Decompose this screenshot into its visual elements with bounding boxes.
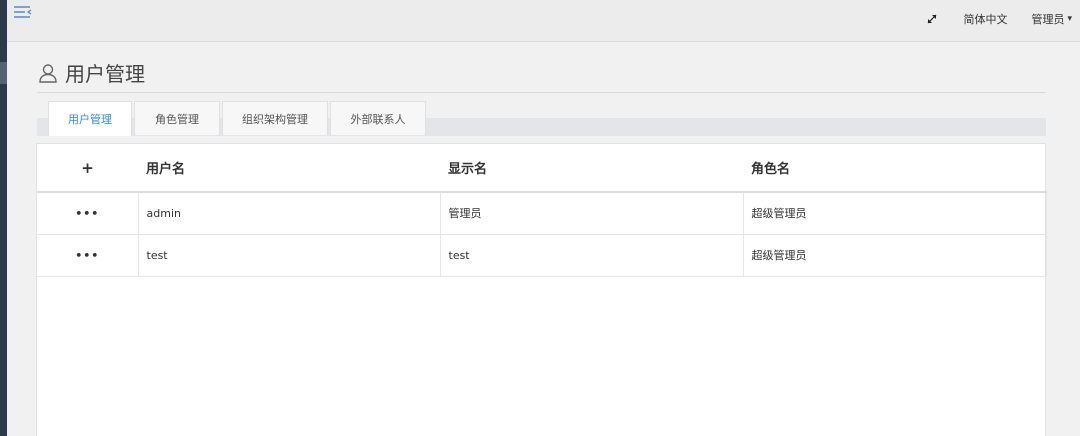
main-content: 用户管理 用户管理 角色管理 组织架构管理 外部联系人 + 用户名 显示名 角色…: [7, 42, 1080, 436]
user-menu-label: 管理员: [1031, 13, 1065, 26]
sidebar-edge: [0, 0, 7, 436]
cell-display-name: test: [439, 234, 743, 277]
cell-role: 超级管理员: [742, 234, 1047, 277]
page-title: 用户管理: [65, 62, 145, 86]
menu-toggle-icon[interactable]: [13, 5, 35, 21]
cell-display-name: 管理员: [439, 192, 743, 235]
tab-user-management[interactable]: 用户管理: [48, 101, 132, 136]
user-icon: [37, 62, 59, 84]
add-user-button[interactable]: +: [37, 144, 138, 193]
header-divider: [37, 92, 1046, 93]
column-header-display-name: 显示名: [440, 144, 743, 193]
cell-role: 超级管理员: [742, 192, 1047, 235]
column-header-username: 用户名: [138, 144, 440, 193]
expand-icon[interactable]: [925, 12, 939, 26]
top-bar-tools: 简体中文 管理员 ▾: [925, 0, 1072, 38]
cell-username: admin: [137, 192, 440, 235]
table-row: ••• admin 管理员 超级管理员: [37, 192, 1047, 235]
page-header: 用户管理: [37, 58, 145, 87]
user-table-panel: + 用户名 显示名 角色名 ••• admin 管理员 超级管理员 ••• te…: [36, 143, 1047, 436]
tab-role-management[interactable]: 角色管理: [134, 101, 220, 135]
top-bar: 简体中文 管理员 ▾: [7, 0, 1080, 42]
sidebar-active-marker: [0, 62, 7, 84]
table-row: ••• test test 超级管理员: [37, 234, 1047, 277]
language-switch[interactable]: 简体中文: [963, 11, 1007, 27]
cell-username: test: [137, 234, 440, 277]
row-actions-button[interactable]: •••: [37, 192, 138, 235]
chevron-down-icon: ▾: [1067, 14, 1072, 24]
tab-bar: 用户管理 角色管理 组织架构管理 外部联系人: [48, 101, 428, 136]
tab-organization-management[interactable]: 组织架构管理: [222, 101, 328, 135]
user-menu[interactable]: 管理员 ▾: [1031, 11, 1072, 27]
row-actions-button[interactable]: •••: [37, 234, 138, 277]
table-header-row: + 用户名 显示名 角色名: [37, 144, 1046, 193]
column-header-role: 角色名: [743, 144, 1046, 193]
tab-external-contacts[interactable]: 外部联系人: [330, 101, 426, 135]
user-table: + 用户名 显示名 角色名 ••• admin 管理员 超级管理员 ••• te…: [37, 144, 1047, 277]
